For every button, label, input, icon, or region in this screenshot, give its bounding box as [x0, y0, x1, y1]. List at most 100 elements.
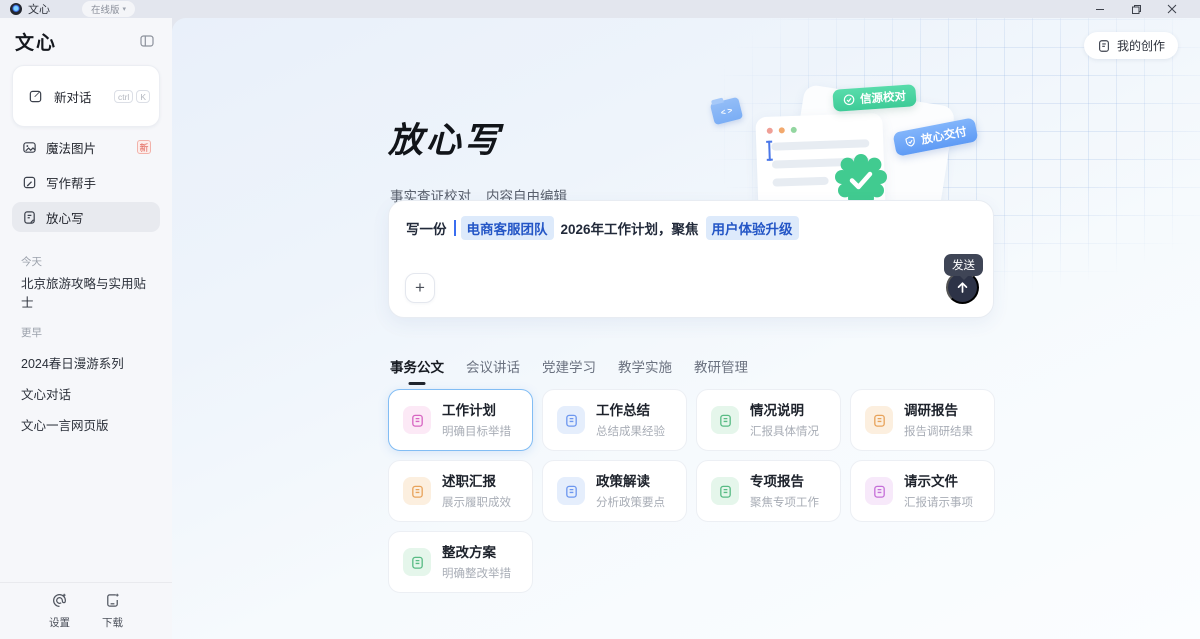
- tab-meeting-speech[interactable]: 会议讲话: [466, 356, 520, 385]
- settings-button[interactable]: 设置: [49, 592, 70, 630]
- fangxin-write-icon: [21, 210, 37, 225]
- history-item[interactable]: 北京旅游攻略与实用贴士: [12, 276, 160, 307]
- app-name: 文心: [28, 1, 50, 17]
- card-title: 请示文件: [904, 474, 958, 489]
- sidebar-logo: 文心: [15, 28, 57, 55]
- my-creations-label: 我的创作: [1117, 37, 1165, 54]
- card-situation-note[interactable]: 情况说明汇报具体情况: [696, 389, 841, 451]
- template-card-grid: 工作计划明确目标举措 工作总结总结成果经验 情况说明汇报具体情况 调研报告报告调…: [388, 389, 995, 593]
- sidebar-item-new-chat[interactable]: 新对话 ctrl K: [12, 65, 160, 127]
- restore-icon[interactable]: [1118, 0, 1154, 18]
- titlebar: 文心 在线版 ▾: [0, 0, 1200, 18]
- card-desc: 汇报请示事项: [904, 494, 973, 510]
- download-icon: [104, 592, 121, 612]
- illustration-card-back: [788, 84, 955, 216]
- document-icon: [711, 406, 739, 434]
- card-research-report[interactable]: 调研报告报告调研结果: [850, 389, 995, 451]
- green-dot-icon: [791, 127, 797, 133]
- sidebar-item-magic-images[interactable]: 魔法图片 新: [12, 132, 160, 162]
- document-icon: [403, 477, 431, 505]
- category-tabs: 事务公文 会议讲话 党建学习 教学实施 教研管理: [390, 356, 748, 385]
- composer-chip-focus[interactable]: 用户体验升级: [706, 216, 799, 240]
- card-desc: 展示履职成效: [442, 494, 511, 510]
- add-attachment-button[interactable]: +: [405, 273, 435, 303]
- sidebar-footer: 设置 下载: [0, 582, 172, 639]
- new-chat-icon: [27, 89, 43, 104]
- writing-helper-icon: [21, 175, 37, 190]
- card-title: 专项报告: [750, 474, 804, 489]
- card-title: 情况说明: [750, 403, 804, 418]
- card-title: 工作计划: [442, 403, 496, 418]
- card-rectification-plan[interactable]: 整改方案明确整改举措: [388, 531, 533, 593]
- sidebar-item-label: 放心写: [46, 208, 84, 227]
- history-item[interactable]: 文心一言网页版: [12, 409, 160, 440]
- card-policy-analysis[interactable]: 政策解读分析政策要点: [542, 460, 687, 522]
- tab-official-docs[interactable]: 事务公文: [390, 356, 444, 385]
- document-icon: [557, 477, 585, 505]
- check-circle-icon: [843, 93, 856, 106]
- card-desc: 总结成果经验: [596, 423, 665, 439]
- magic-image-icon: [21, 140, 37, 155]
- card-work-plan[interactable]: 工作计划明确目标举措: [388, 389, 533, 451]
- page-title: 放心写: [388, 112, 502, 163]
- arrow-up-icon: [955, 280, 970, 295]
- card-special-report[interactable]: 专项报告聚焦专项工作: [696, 460, 841, 522]
- download-label: 下载: [102, 615, 123, 630]
- history-item[interactable]: 文心对话: [12, 378, 160, 409]
- kbd-ctrl: ctrl: [114, 90, 133, 103]
- delivery-badge: 放心交付: [892, 117, 978, 156]
- history-list: 今天 北京旅游攻略与实用贴士 更早 2024春日漫游系列 文心对话 文心一言网页…: [12, 248, 160, 440]
- tab-teaching[interactable]: 教学实施: [618, 356, 672, 385]
- download-button[interactable]: 下载: [102, 592, 123, 630]
- shield-check-icon: [903, 135, 917, 149]
- app-window: 文心 在线版 ▾ 文心: [0, 0, 1200, 639]
- hero-illustration: 信源校对 放心交付 < >: [700, 60, 1170, 222]
- card-desc: 汇报具体情况: [750, 423, 819, 439]
- close-icon[interactable]: [1154, 0, 1190, 18]
- kbd-k: K: [136, 90, 150, 103]
- card-title: 整改方案: [442, 545, 496, 560]
- settings-gear-icon: [51, 592, 68, 612]
- sidebar-item-label: 写作帮手: [46, 173, 96, 192]
- text-cursor: [454, 220, 456, 236]
- new-badge: 新: [137, 140, 151, 154]
- text-caret-decoration: [768, 141, 771, 161]
- composer-chip-team[interactable]: 电商客服团队: [461, 216, 554, 240]
- card-title: 述职汇报: [442, 474, 496, 489]
- version-dropdown[interactable]: 在线版 ▾: [82, 1, 135, 17]
- my-creations-button[interactable]: 我的创作: [1084, 32, 1178, 59]
- badge-label: 放心交付: [920, 123, 968, 147]
- card-desc: 明确目标举措: [442, 423, 511, 439]
- tab-research-mgmt[interactable]: 教研管理: [694, 356, 748, 385]
- sidebar: 文心 新对话 ctrl K 魔法图片 新: [0, 18, 172, 639]
- sidebar-item-fangxin-write[interactable]: 放心写: [12, 202, 160, 232]
- sidebar-item-writing-helper[interactable]: 写作帮手: [12, 167, 160, 197]
- shortcut-keys: ctrl K: [114, 90, 150, 103]
- card-duty-report[interactable]: 述职汇报展示履职成效: [388, 460, 533, 522]
- card-desc: 聚焦专项工作: [750, 494, 819, 510]
- code-folder-icon: < >: [710, 97, 743, 125]
- composer-segment: 2026年工作计划，聚焦: [561, 218, 699, 238]
- card-request-file[interactable]: 请示文件汇报请示事项: [850, 460, 995, 522]
- chevron-down-icon: ▾: [123, 5, 127, 13]
- sidebar-item-label: 魔法图片: [46, 138, 96, 157]
- card-work-summary[interactable]: 工作总结总结成果经验: [542, 389, 687, 451]
- text-line-decoration: [772, 177, 828, 187]
- settings-label: 设置: [49, 615, 70, 630]
- document-icon: [711, 477, 739, 505]
- document-icon: [557, 406, 585, 434]
- composer-segment: 写一份: [406, 218, 447, 238]
- composer-input[interactable]: 写一份 电商客服团队 2026年工作计划，聚焦 用户体验升级 + 发送: [388, 200, 994, 318]
- history-item[interactable]: 2024春日漫游系列: [12, 347, 160, 378]
- text-line-decoration: [771, 139, 869, 150]
- minimize-icon[interactable]: [1082, 0, 1118, 18]
- sidebar-item-label: 新对话: [54, 87, 92, 106]
- code-glyph: < >: [720, 105, 733, 117]
- window-controls: [1082, 0, 1190, 18]
- document-icon: [865, 406, 893, 434]
- collapse-sidebar-icon[interactable]: [137, 31, 157, 51]
- tab-party-study[interactable]: 党建学习: [542, 356, 596, 385]
- document-icon: [865, 477, 893, 505]
- red-dot-icon: [767, 128, 773, 134]
- version-label: 在线版: [91, 2, 120, 16]
